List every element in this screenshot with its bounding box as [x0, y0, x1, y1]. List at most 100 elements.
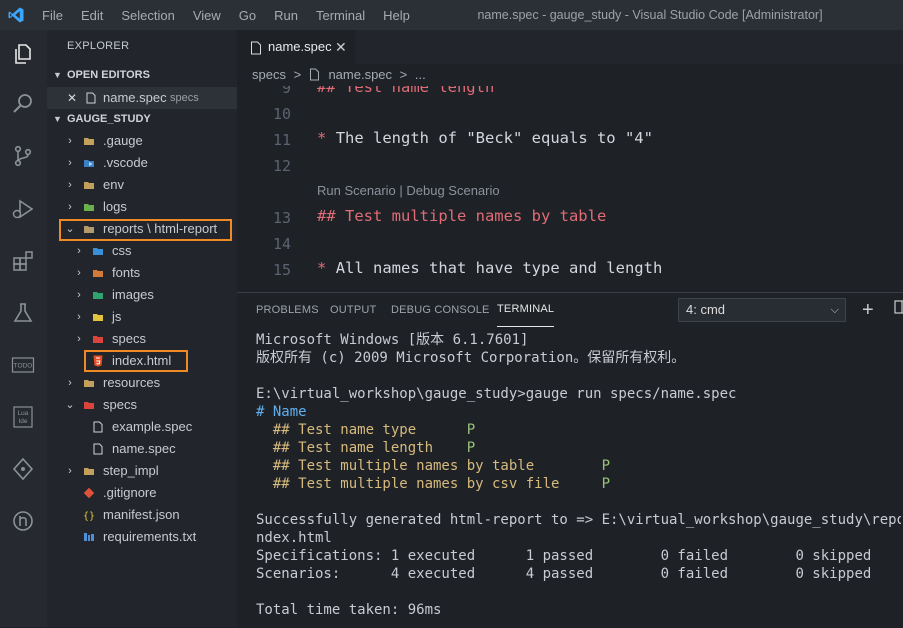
test-flask-icon[interactable]	[10, 300, 36, 326]
tree-item[interactable]: ⌄ specs	[47, 394, 237, 416]
tab-debug-console[interactable]: DEBUG CONSOLE	[391, 293, 490, 327]
open-editor-item[interactable]: ✕ name.spec specs	[47, 87, 237, 109]
terminal-pass-mark: P	[466, 440, 476, 456]
tree-item[interactable]: › logs	[47, 196, 237, 218]
terminal-output[interactable]: Microsoft Windows [版本 6.1.7601] 版权所有 (c) …	[256, 331, 901, 619]
tree-item[interactable]: › fonts	[47, 262, 237, 284]
file-icon	[309, 68, 319, 81]
terminal-select[interactable]: 4: cmd ⌵	[678, 298, 846, 322]
tree-item[interactable]: › css	[47, 240, 237, 262]
breadcrumb-more[interactable]: ...	[415, 67, 426, 82]
search-icon[interactable]	[10, 91, 36, 117]
terminal-line: 版权所有 (c) 2009 Microsoft Corporation。保留所有…	[256, 350, 686, 366]
folder-logs-icon	[84, 204, 94, 211]
tree-item-label: resources	[103, 375, 161, 390]
menu-terminal[interactable]: Terminal	[316, 8, 365, 23]
tree-item[interactable]: {} manifest.json	[47, 504, 237, 526]
tree-item[interactable]: › step_impl	[47, 460, 237, 482]
tree-item-label: specs	[112, 331, 146, 346]
tree-item[interactable]: › .vscode	[47, 152, 237, 174]
menu-run[interactable]: Run	[274, 8, 298, 23]
terminal-line: ndex.html	[256, 530, 332, 546]
folder-vscode-icon	[84, 160, 94, 167]
tree-item[interactable]: › specs	[47, 328, 237, 350]
terminal-scenario: ## Test multiple names by csv file	[256, 476, 560, 492]
tree-item[interactable]: › env	[47, 174, 237, 196]
project-header[interactable]: ▼ GAUGE_STUDY	[47, 108, 237, 130]
code-line-text: All names that have type and length	[335, 259, 663, 277]
terminal-line: ## Test multiple names by csv file P	[256, 475, 901, 493]
tree-item[interactable]: name.spec	[47, 438, 237, 460]
explorer-sidebar: EXPLORER ▼ OPEN EDITORS ✕ name.spec spec…	[47, 30, 237, 627]
lua-ide-icon[interactable]: Lua Ide	[10, 404, 36, 430]
folder-specs-open-icon	[84, 402, 94, 409]
terminal-line: Total time taken: 96ms	[256, 602, 442, 618]
menu-selection[interactable]: Selection	[121, 8, 174, 23]
todo-icon-label: TODO	[14, 363, 33, 370]
terminal-scenario: ## Test multiple names by table	[256, 458, 535, 474]
open-editor-folder: specs	[170, 92, 199, 104]
source-control-icon[interactable]	[10, 143, 36, 169]
tab-name-spec[interactable]: name.spec ✕	[237, 30, 355, 64]
chevron-right-icon: ›	[68, 157, 72, 169]
folder-images-icon	[93, 292, 103, 299]
tree-item[interactable]: › js	[47, 306, 237, 328]
terminal-pass-mark: P	[466, 422, 476, 438]
git-graph-icon[interactable]	[10, 456, 36, 482]
todo-icon[interactable]: TODO	[10, 352, 36, 378]
tree-item[interactable]: example.spec	[47, 416, 237, 438]
tree-item-label: name.spec	[112, 441, 176, 456]
svg-text:{}: {}	[83, 511, 95, 521]
tree-item[interactable]: › .gauge	[47, 130, 237, 152]
folder-icon	[84, 380, 94, 387]
breadcrumb-file[interactable]: name.spec	[328, 67, 392, 82]
tree-item[interactable]: › resources	[47, 372, 237, 394]
line-number: 13	[272, 209, 291, 227]
code-editor[interactable]: 9 ## Test name length 10 11 * The length…	[237, 86, 903, 292]
tab-output[interactable]: OUTPUT	[330, 293, 376, 327]
extensions-icon[interactable]	[10, 248, 36, 274]
tree-item-label: requirements.txt	[103, 529, 197, 544]
open-editors-header[interactable]: ▼ OPEN EDITORS	[47, 64, 237, 86]
breadcrumb-folder[interactable]: specs	[252, 67, 286, 82]
code-line-text: The length of "Beck" equals to "4"	[335, 129, 653, 147]
tree-item[interactable]: › images	[47, 284, 237, 306]
tree-item[interactable]: .gitignore	[47, 482, 237, 504]
tab-close-icon[interactable]: ✕	[335, 30, 347, 64]
explorer-title: EXPLORER	[67, 40, 130, 52]
menu-file[interactable]: File	[42, 8, 63, 23]
folder-js-icon	[93, 314, 103, 321]
terminal-pass-mark: P	[601, 476, 611, 492]
split-terminal-icon[interactable]	[894, 297, 903, 321]
breadcrumb: specs > name.spec > ...	[252, 64, 426, 86]
line-number: 9	[281, 86, 291, 97]
tab-terminal[interactable]: TERMINAL	[497, 293, 555, 327]
new-terminal-plus-icon[interactable]: +	[862, 298, 874, 322]
explorer-icon[interactable]	[10, 41, 36, 67]
tree-item-label: css	[112, 243, 132, 258]
tree-item-label: .vscode	[103, 155, 148, 170]
run-debug-icon[interactable]	[10, 196, 36, 222]
menu-help[interactable]: Help	[383, 8, 410, 23]
txt-icon	[84, 533, 94, 541]
tab-bar: name.spec ✕	[237, 30, 903, 64]
codelens-run-debug[interactable]: Run Scenario | Debug Scenario	[317, 183, 500, 198]
folder-icon	[84, 468, 94, 475]
code-line: ## Test name length	[317, 86, 495, 96]
folder-css-icon	[93, 248, 103, 255]
folder-icon	[84, 182, 94, 189]
menu-edit[interactable]: Edit	[81, 8, 103, 23]
tree-item[interactable]: requirements.txt	[47, 526, 237, 548]
chevron-down-icon: ⌵	[830, 304, 839, 316]
menu-view[interactable]: View	[193, 8, 221, 23]
chevron-down-icon: ▼	[53, 70, 62, 80]
remote-icon[interactable]	[10, 508, 36, 534]
close-icon[interactable]: ✕	[67, 87, 77, 109]
tree-item-label: .gitignore	[103, 485, 157, 500]
chevron-right-icon: ›	[77, 245, 81, 257]
tab-problems[interactable]: PROBLEMS	[256, 293, 319, 327]
menu-go[interactable]: Go	[239, 8, 256, 23]
terminal-line: Successfully generated html-report to =>…	[256, 512, 901, 528]
